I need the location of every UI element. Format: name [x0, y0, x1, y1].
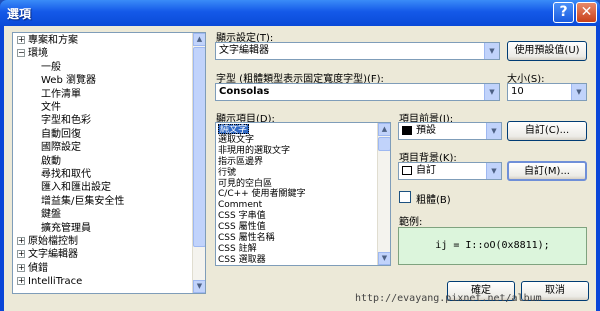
tree-item[interactable]: 增益集/巨集安全性	[41, 196, 124, 208]
chevron-down-icon[interactable]: ▼	[486, 163, 501, 179]
tree-item-label: 自動回復	[41, 128, 81, 140]
tree-item[interactable]: 尋找和取代	[41, 169, 91, 181]
tree-item-label: 匯入和匯出設定	[41, 182, 111, 194]
tree-item-label: 環境	[28, 48, 48, 60]
scroll-down-icon[interactable]: ▼	[193, 280, 205, 293]
tree-item-label: 偵錯	[28, 262, 48, 274]
tree-item-label: 國際設定	[41, 142, 81, 154]
chevron-down-icon[interactable]: ▼	[571, 84, 586, 100]
show-settings-value: 文字編輯器	[219, 45, 269, 56]
tree-item[interactable]: 匯入和匯出設定	[41, 182, 111, 194]
tree-item[interactable]: + 文字編輯器	[17, 249, 78, 261]
foreground-custom-button[interactable]: 自訂(C)...	[507, 121, 587, 141]
tree-item-label: 字型和色彩	[41, 115, 91, 127]
size-value: 10	[511, 86, 524, 97]
scroll-thumb[interactable]	[378, 137, 390, 151]
tree-item-label: 專案和方案	[28, 35, 78, 46]
display-item[interactable]: CSS 屬性值	[218, 222, 266, 232]
scroll-down-icon[interactable]: ▼	[378, 252, 390, 265]
tree-item[interactable]: − 環境	[17, 48, 48, 60]
tree-item-label: 擴充管理員	[41, 222, 91, 234]
font-combo[interactable]: Consolas ▼	[215, 83, 500, 101]
background-value: 自訂	[416, 165, 436, 176]
tree-item[interactable]: 鍵盤	[41, 209, 61, 221]
tree-item[interactable]: 文件	[41, 102, 61, 114]
display-item[interactable]: 非現用的選取文字	[218, 146, 290, 156]
display-item[interactable]: CSS 選取器	[218, 255, 266, 265]
window-title: 選項	[7, 7, 32, 21]
tree-item[interactable]: Web 瀏覽器	[41, 75, 96, 87]
tree-item[interactable]: 啟動	[41, 156, 61, 168]
foreground-combo[interactable]: 預設 ▼	[398, 122, 502, 140]
tree-scrollbar[interactable]: ▲ ▼	[192, 33, 205, 293]
title-bar[interactable]: 選項 ? ✕	[0, 0, 600, 26]
tree-item[interactable]: 擴充管理員	[41, 223, 91, 235]
display-item[interactable]: CSS 註解	[218, 244, 257, 254]
collapse-icon[interactable]: −	[17, 49, 25, 58]
show-settings-combo[interactable]: 文字編輯器 ▼	[215, 42, 500, 60]
options-dialog: 選項 ? ✕ + 專案和方案 − 環境 一般 Web 瀏覽器 工作清單 文件 字型和色彩 自動回復…	[0, 0, 600, 311]
chevron-down-icon[interactable]: ▼	[486, 123, 501, 139]
tree-item-label: 一般	[41, 61, 61, 73]
chevron-down-icon[interactable]: ▼	[484, 84, 499, 100]
display-items-scrollbar[interactable]: ▲ ▼	[377, 123, 390, 265]
background-combo[interactable]: 自訂 ▼	[398, 162, 502, 180]
tree-item[interactable]: + 原始檔控制	[17, 236, 78, 248]
foreground-swatch	[402, 125, 412, 135]
tree-item[interactable]: 字型和色彩	[41, 115, 91, 127]
background-swatch	[402, 165, 412, 175]
use-defaults-button[interactable]: 使用預設值(U)	[507, 41, 587, 61]
expand-icon[interactable]: +	[17, 36, 25, 44]
scroll-thumb[interactable]	[193, 47, 205, 247]
display-item[interactable]: Comment	[218, 200, 262, 210]
background-custom-button[interactable]: 自訂(M)...	[507, 161, 587, 181]
tree-item-label: 鍵盤	[41, 209, 61, 221]
display-item[interactable]: 選取文字	[218, 135, 254, 145]
display-item[interactable]: 可見的空白區	[218, 179, 272, 189]
tree-item-label: 文字編輯器	[28, 249, 78, 261]
scroll-up-icon[interactable]: ▲	[193, 33, 205, 46]
category-tree[interactable]: + 專案和方案 − 環境 一般 Web 瀏覽器 工作清單 文件 字型和色彩 自動回復 國際設定 啟動尋…	[12, 32, 206, 294]
display-item[interactable]: C/C++ 使用者關鍵字	[218, 189, 306, 199]
display-item[interactable]: CSS 屬性名稱	[218, 233, 275, 243]
display-item[interactable]: 指示區邊界	[218, 157, 263, 167]
font-value: Consolas	[219, 86, 270, 97]
tree-item[interactable]: + 專案和方案	[17, 35, 78, 47]
tree-item-label: 文件	[41, 102, 61, 113]
display-item[interactable]: 行號	[218, 168, 236, 178]
expand-icon[interactable]: +	[17, 250, 25, 259]
watermark: http://evayang.pixnet.net/album	[355, 293, 542, 304]
display-item[interactable]: CSS 字串值	[218, 211, 266, 221]
close-button[interactable]: ✕	[576, 2, 597, 23]
tree-item-label: Web 瀏覽器	[41, 75, 96, 87]
sample-label: 範例:	[399, 217, 423, 228]
bold-label[interactable]: 粗體(B)	[416, 191, 451, 206]
tree-item[interactable]: 國際設定	[41, 142, 81, 154]
expand-icon[interactable]: +	[17, 277, 25, 286]
tree-item[interactable]: + IntelliTrace	[17, 276, 82, 288]
display-items-list[interactable]: 純文字 選取文字 非現用的選取文字 指示區邊界 行號 可見的空白區 C/C++ 使用者關鍵字…	[215, 122, 391, 266]
expand-icon[interactable]: +	[17, 237, 25, 245]
tree-item-label: 啟動	[41, 155, 61, 167]
tree-item-label: 原始檔控制	[28, 236, 78, 247]
help-button[interactable]: ?	[553, 2, 574, 23]
tree-item[interactable]: 一般	[41, 62, 61, 74]
tree-item[interactable]: 工作清單	[41, 89, 81, 101]
tree-item-label: 增益集/巨集安全性	[41, 195, 125, 207]
tree-item-label: 尋找和取代	[41, 169, 91, 180]
dialog-client-area: + 專案和方案 − 環境 一般 Web 瀏覽器 工作清單 文件 字型和色彩 自動回復 國際設定 啟動尋…	[4, 26, 596, 311]
tree-item-label: 工作清單	[41, 88, 81, 100]
tree-item[interactable]: + 偵錯	[17, 263, 48, 275]
chevron-down-icon[interactable]: ▼	[484, 43, 499, 59]
expand-icon[interactable]: +	[17, 263, 25, 272]
tree-item-label: IntelliTrace	[28, 276, 83, 288]
display-item[interactable]: 純文字	[218, 124, 250, 135]
tree-item[interactable]: 自動回復	[41, 129, 81, 141]
size-combo[interactable]: 10 ▼	[507, 83, 587, 101]
foreground-value: 預設	[416, 125, 436, 136]
bold-checkbox[interactable]	[399, 191, 411, 203]
sample-preview: ij = I::oO(0x8811);	[398, 227, 587, 265]
scroll-up-icon[interactable]: ▲	[378, 123, 390, 136]
